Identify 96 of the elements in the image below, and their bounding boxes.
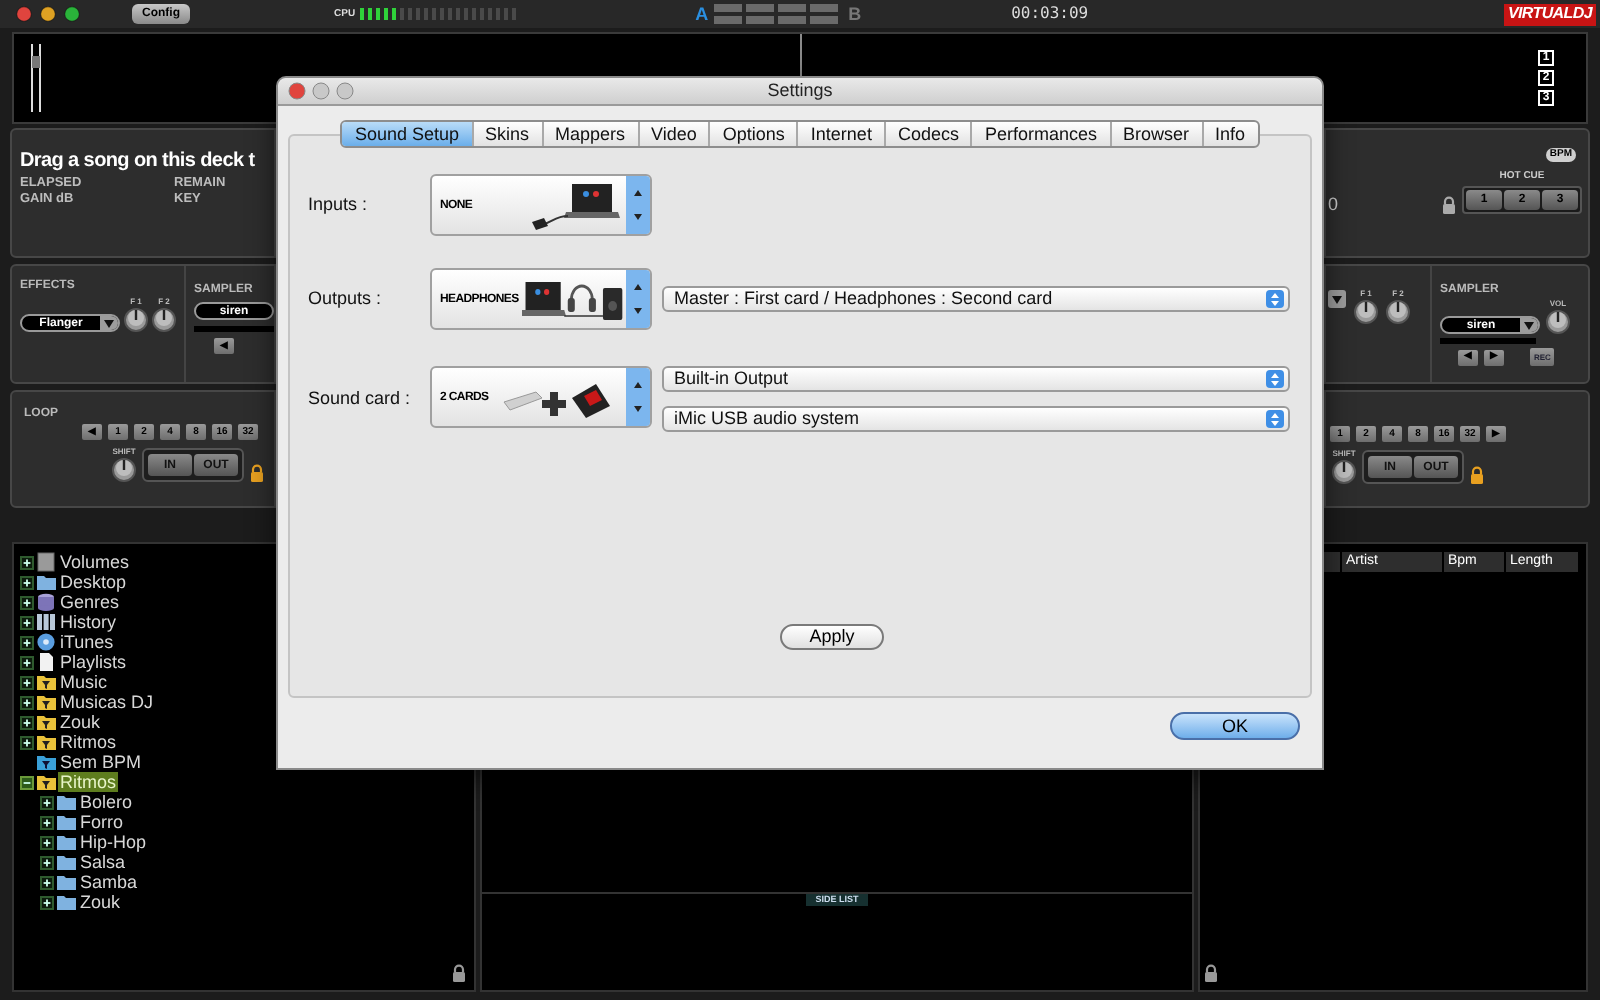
tree-item[interactable]: Bolero [78,792,135,812]
dropdown-caret-icon[interactable] [100,316,118,330]
popup-menu[interactable]: iMic USB audio system [662,406,1290,432]
filter-folder-icon [36,732,56,752]
page-icon [36,652,56,672]
expand-icon[interactable] [20,695,34,709]
knob[interactable] [1546,310,1570,334]
expand-icon[interactable] [40,795,54,809]
tree-item[interactable]: Salsa [78,852,128,872]
settings-tab[interactable]: Performances [970,122,1109,146]
settings-tab[interactable]: Sound Setup [342,122,471,146]
zoom-button[interactable] [336,82,354,100]
field-label: Outputs : [306,285,384,312]
expand-icon[interactable] [20,675,34,689]
popup-arrows-icon [1266,290,1284,308]
close-button[interactable] [288,82,306,100]
field-label: Inputs : [306,191,370,218]
expand-icon[interactable] [40,875,54,889]
lock-icon[interactable] [250,464,264,482]
expand-icon[interactable] [20,715,34,729]
settings-tab[interactable]: Browser [1109,122,1202,146]
expand-icon[interactable] [20,595,34,609]
knob[interactable] [152,308,176,332]
expand-icon[interactable] [20,575,34,589]
settings-tab[interactable]: Video [637,122,709,146]
tree-item[interactable]: History [58,612,119,632]
lock-icon[interactable] [1442,196,1456,214]
disc-icon [36,632,56,652]
filter-folder-icon [36,672,56,692]
dropdown-caret-icon[interactable] [1328,290,1346,308]
database-icon [36,592,56,612]
settings-tab[interactable]: Mappers [541,122,638,146]
expand-icon[interactable] [40,855,54,869]
apply-button[interactable]: Apply [780,624,884,650]
tree-item[interactable]: Forro [78,812,126,832]
lock-icon[interactable] [1470,466,1484,484]
deck-message: Drag a song on this deck t [20,150,257,174]
expand-icon[interactable] [40,835,54,849]
deck-value: 0 [1328,196,1339,214]
pitch-marker-icon [30,40,46,116]
filter-folder-icon [36,772,56,792]
dropdown-caret-icon[interactable] [1520,318,1538,332]
expand-icon[interactable] [20,735,34,749]
settings-tab[interactable]: Codecs [883,122,971,146]
tree-item[interactable]: Zouk [58,712,103,732]
tree-item[interactable]: iTunes [58,632,116,652]
filter-folder-icon [36,692,56,712]
popup-arrows-icon [1266,410,1284,428]
drive-icon [36,552,56,572]
filter-folder-icon [36,712,56,732]
expand-icon[interactable] [20,615,34,629]
stepper-icon[interactable] [626,270,650,328]
tree-item[interactable]: Ritmos [58,732,119,752]
lock-icon[interactable] [452,964,466,982]
tree-item[interactable]: Hip-Hop [78,832,149,852]
tree-item[interactable]: Playlists [58,652,129,672]
settings-tab[interactable]: Info [1201,122,1258,146]
tree-item[interactable]: Volumes [58,552,132,572]
knob[interactable] [1332,460,1356,484]
settings-tab[interactable]: Skins [471,122,542,146]
settings-tab[interactable]: Internet [796,122,884,146]
lock-icon[interactable] [1204,964,1218,982]
popup-menu[interactable]: Master : First card / Headphones : Second card [662,286,1290,312]
tree-item[interactable]: Genres [58,592,122,612]
knob[interactable] [1386,300,1410,324]
tree-item[interactable]: Sem BPM [58,752,144,772]
expand-icon[interactable] [20,635,34,649]
time-display: 00:03:09 [1011,6,1089,22]
popup-menu[interactable]: Built-in Output [662,366,1290,392]
collapse-icon[interactable] [20,775,34,789]
expand-icon[interactable] [40,895,54,909]
expand-icon[interactable] [20,655,34,669]
knob[interactable] [112,458,136,482]
ok-button[interactable]: OK [1170,712,1300,740]
layout-buttons-icon[interactable] [714,2,839,26]
expand-icon[interactable] [40,815,54,829]
deck-selector[interactable]: A [695,5,709,23]
logo: VIRTUALDJ [1503,3,1596,25]
columns-icon [36,612,56,632]
settings-tab[interactable]: Options [708,122,797,146]
tree-item[interactable]: Zouk [78,892,123,912]
stepper-icon[interactable] [626,368,650,426]
tree-item[interactable]: Samba [78,872,140,892]
knob[interactable] [124,308,148,332]
field-label: Sound card : [306,386,413,412]
popup-arrows-icon [1266,370,1284,388]
dialog-title: Settings [767,82,833,100]
tree-item[interactable]: Musicas DJ [58,692,156,712]
stepper-icon[interactable] [626,176,650,234]
tree-item[interactable]: Desktop [58,572,129,592]
knob[interactable] [1354,300,1378,324]
tree-item[interactable]: Ritmos [58,772,119,792]
filter-folder-icon [36,752,56,772]
tree-item[interactable]: Music [58,672,110,692]
folder-icon [36,572,56,592]
expand-icon[interactable] [20,555,34,569]
